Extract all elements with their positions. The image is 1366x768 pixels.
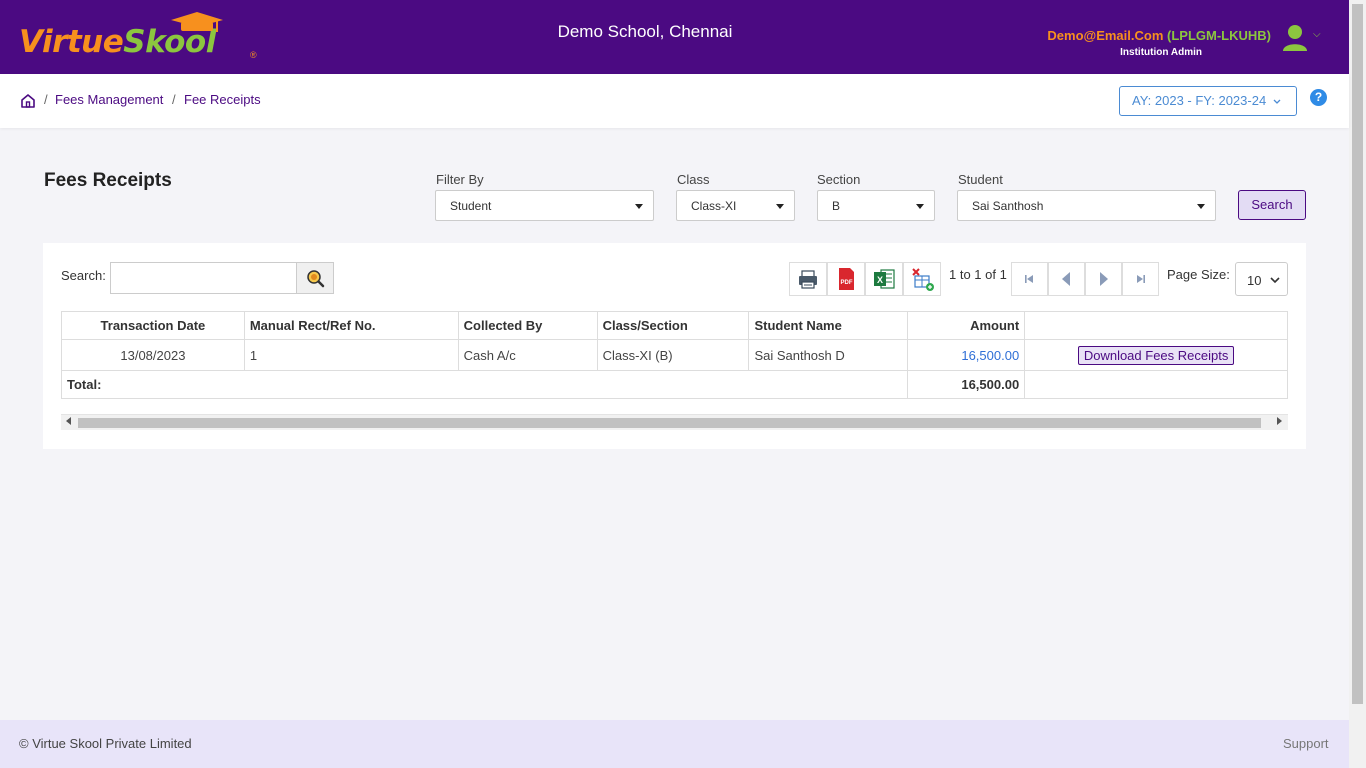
dropdown-arrow-icon [1197, 204, 1205, 209]
academic-year-select[interactable]: AY: 2023 - FY: 2023-24 [1119, 86, 1297, 116]
page-size-value: 10 [1247, 273, 1262, 288]
vertical-scrollbar[interactable] [1349, 0, 1366, 768]
grid-search-input[interactable] [110, 262, 297, 294]
filter-by-select[interactable]: Student [435, 190, 654, 221]
first-page-button[interactable] [1011, 262, 1048, 296]
next-page-button[interactable] [1085, 262, 1122, 296]
breadcrumb-separator: / [172, 92, 176, 107]
horizontal-scrollbar[interactable] [61, 414, 1288, 430]
student-value: Sai Santhosh [972, 199, 1044, 213]
cell-transaction-date: 13/08/2023 [61, 339, 245, 371]
dropdown-arrow-icon [916, 204, 924, 209]
magnifier-icon [307, 270, 325, 288]
footer: © Virtue Skool Private Limited Support [0, 720, 1349, 768]
page-title: Fees Receipts [44, 170, 172, 191]
cell-class-section: Class-XI (B) [596, 339, 750, 371]
next-page-icon [1100, 272, 1108, 286]
horizontal-scrollbar-thumb[interactable] [78, 418, 1261, 428]
grid-search-label: Search: [61, 268, 106, 283]
total-amount: 16,500.00 [907, 370, 1026, 399]
section-select[interactable]: B [817, 190, 935, 221]
section-label: Section [817, 172, 861, 187]
scroll-left-arrow-icon[interactable] [66, 417, 71, 425]
vertical-scrollbar-thumb[interactable] [1352, 4, 1363, 704]
svg-text:X: X [877, 275, 883, 285]
total-empty-cell [1024, 370, 1288, 399]
column-header-student-name[interactable]: Student Name [748, 311, 909, 340]
svg-text:PDF: PDF [841, 280, 853, 286]
user-avatar-icon[interactable] [1282, 24, 1308, 52]
home-icon[interactable] [20, 93, 36, 109]
class-select[interactable]: Class-XI [676, 190, 795, 221]
column-chooser-button[interactable] [903, 262, 941, 296]
search-button[interactable]: Search [1238, 190, 1306, 220]
top-header: VirtueSkool ® Demo School, Chennai Demo@… [0, 0, 1349, 74]
breadcrumb-separator: / [44, 92, 48, 107]
breadcrumb-fee-receipts: Fee Receipts [184, 92, 261, 107]
first-page-icon [1025, 275, 1033, 283]
table-total-row: Total: 16,500.00 [60, 370, 1288, 399]
filter-by-value: Student [450, 199, 492, 213]
grid-search-button[interactable] [296, 262, 334, 294]
excel-icon: X [874, 269, 895, 289]
print-icon [799, 270, 817, 289]
academic-year-value: AY: 2023 - FY: 2023-24 [1132, 93, 1267, 108]
cell-student-name: Sai Santhosh D [748, 339, 909, 371]
download-fees-receipts-button[interactable]: Download Fees Receipts [1077, 345, 1235, 365]
column-header-class-section[interactable]: Class/Section [596, 311, 750, 340]
print-button[interactable] [789, 262, 827, 296]
table-row: 13/08/2023 1 Cash A/c Class-XI (B) Sai S… [61, 339, 1288, 371]
chevron-down-icon [1270, 277, 1280, 284]
student-label: Student [958, 172, 1003, 187]
cell-ref-no: 1 [243, 339, 459, 371]
chevron-down-icon [1273, 99, 1281, 104]
user-account-label[interactable]: Demo@Email.Com (LPLGM-LKUHB) [1047, 28, 1271, 43]
receipts-table: Transaction Date Manual Rect/Ref No. Col… [60, 311, 1288, 399]
column-header-action [1024, 311, 1288, 340]
page-size-label: Page Size: [1167, 267, 1230, 282]
column-header-amount[interactable]: Amount [907, 311, 1026, 340]
filter-by-label: Filter By [436, 172, 484, 187]
total-label: Total: [60, 370, 909, 399]
column-header-ref-no[interactable]: Manual Rect/Ref No. [243, 311, 459, 340]
breadcrumb: / Fees Management / Fee Receipts AY: 202… [0, 74, 1349, 128]
last-page-button[interactable] [1122, 262, 1159, 296]
class-value: Class-XI [691, 199, 737, 213]
last-page-icon [1137, 275, 1145, 283]
scroll-right-arrow-icon[interactable] [1277, 417, 1282, 425]
chevron-down-icon[interactable]: ⌵ [1313, 29, 1321, 40]
footer-copyright: © Virtue Skool Private Limited [19, 736, 192, 751]
logo-registered-mark: ® [250, 50, 257, 60]
column-header-transaction-date[interactable]: Transaction Date [61, 311, 245, 340]
breadcrumb-fees-management[interactable]: Fees Management [55, 92, 163, 107]
student-select[interactable]: Sai Santhosh [957, 190, 1216, 221]
footer-support-link[interactable]: Support [1283, 736, 1329, 751]
cell-collected-by: Cash A/c [457, 339, 598, 371]
column-chooser-icon [912, 268, 934, 291]
page-size-select[interactable]: 10 [1235, 262, 1288, 296]
section-value: B [832, 199, 841, 213]
previous-page-icon [1062, 272, 1070, 286]
dropdown-arrow-icon [635, 204, 643, 209]
user-role: Institution Admin [1120, 47, 1202, 58]
cell-action: Download Fees Receipts [1024, 339, 1288, 371]
table-header-row: Transaction Date Manual Rect/Ref No. Col… [61, 311, 1288, 340]
pager-info: 1 to 1 of 1 [949, 267, 1007, 282]
column-header-collected-by[interactable]: Collected By [457, 311, 598, 340]
export-pdf-button[interactable]: PDF [827, 262, 865, 296]
amount-link[interactable]: 16,500.00 [961, 348, 1019, 363]
export-excel-button[interactable]: X [865, 262, 903, 296]
pdf-icon: PDF [839, 268, 854, 290]
cell-amount: 16,500.00 [907, 339, 1026, 371]
dropdown-arrow-icon [776, 204, 784, 209]
class-label: Class [677, 172, 710, 187]
help-icon[interactable]: ? [1310, 89, 1327, 106]
previous-page-button[interactable] [1048, 262, 1085, 296]
